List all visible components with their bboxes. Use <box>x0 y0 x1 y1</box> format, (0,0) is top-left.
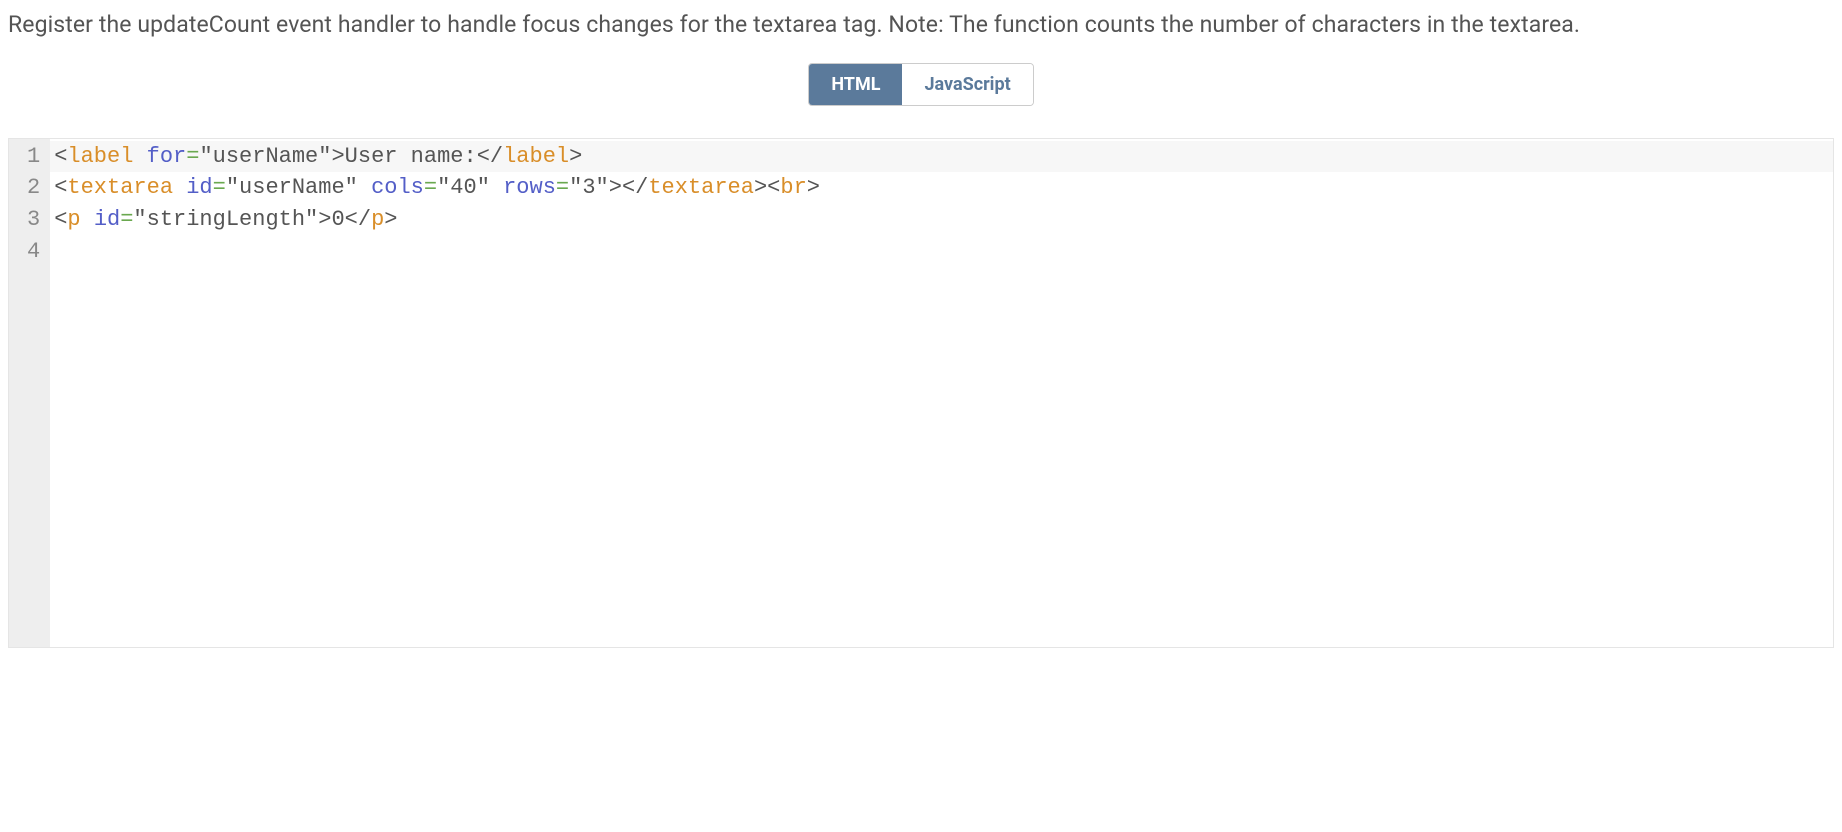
gutter-line-number: 4 <box>27 236 40 268</box>
code-token: "stringLength" <box>133 207 318 232</box>
code-token: "40" <box>437 175 490 200</box>
code-token: textarea <box>648 175 754 200</box>
code-token: textarea <box>67 175 173 200</box>
code-token: </ <box>622 175 648 200</box>
code-token: </ <box>477 144 503 169</box>
code-token: = <box>424 175 437 200</box>
code-token: id <box>186 175 212 200</box>
code-token: "userName" <box>199 144 331 169</box>
code-token: > <box>807 175 820 200</box>
code-token: for <box>147 144 187 169</box>
code-token: = <box>120 207 133 232</box>
code-token: cols <box>371 175 424 200</box>
code-token: < <box>54 207 67 232</box>
code-token <box>173 175 186 200</box>
tab-javascript[interactable]: JavaScript <box>902 64 1032 105</box>
code-line[interactable]: <label for="userName">User name:</label> <box>50 141 1833 173</box>
code-token: > <box>384 207 397 232</box>
code-token: > <box>609 175 622 200</box>
code-token: > <box>331 144 344 169</box>
code-token: 0 <box>331 207 344 232</box>
code-token: < <box>54 144 67 169</box>
code-token: p <box>371 207 384 232</box>
question-prompt: Register the updateCount event handler t… <box>8 8 1834 43</box>
code-token <box>358 175 371 200</box>
code-token: > <box>318 207 331 232</box>
code-token: label <box>67 144 133 169</box>
code-token <box>133 144 146 169</box>
editor-gutter: 1234 <box>9 139 50 647</box>
gutter-line-number: 3 <box>27 204 40 236</box>
code-token: "userName" <box>226 175 358 200</box>
code-token: > <box>569 144 582 169</box>
gutter-line-number: 2 <box>27 172 40 204</box>
code-line[interactable] <box>50 236 1833 268</box>
tab-html[interactable]: HTML <box>809 64 902 105</box>
code-token: < <box>767 175 780 200</box>
code-token: = <box>556 175 569 200</box>
code-token: p <box>67 207 80 232</box>
code-token: id <box>94 207 120 232</box>
code-token: label <box>503 144 569 169</box>
code-line[interactable]: <p id="stringLength">0</p> <box>50 204 1833 236</box>
code-token <box>490 175 503 200</box>
tab-group: HTML JavaScript <box>808 63 1033 106</box>
code-editor[interactable]: 1234 <label for="userName">User name:</l… <box>8 138 1834 648</box>
code-token: User name: <box>345 144 477 169</box>
code-token: br <box>780 175 806 200</box>
editor-code-area[interactable]: <label for="userName">User name:</label>… <box>50 139 1833 647</box>
code-token <box>81 207 94 232</box>
code-token: rows <box>503 175 556 200</box>
code-token: </ <box>345 207 371 232</box>
tabs-container: HTML JavaScript <box>8 63 1834 106</box>
code-line[interactable]: <textarea id="userName" cols="40" rows="… <box>50 172 1833 204</box>
gutter-line-number: 1 <box>27 141 40 173</box>
code-token: "3" <box>569 175 609 200</box>
code-token: = <box>186 144 199 169</box>
code-token: = <box>213 175 226 200</box>
code-token: < <box>54 175 67 200</box>
code-token: > <box>754 175 767 200</box>
